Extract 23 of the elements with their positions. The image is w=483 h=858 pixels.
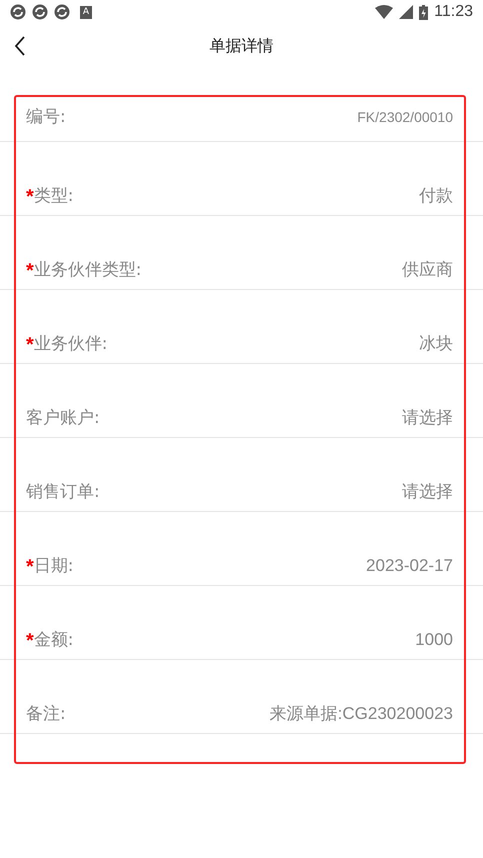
sync-icon xyxy=(10,4,26,20)
field-value[interactable]: 冰块 xyxy=(419,332,453,355)
sync-icon xyxy=(54,4,70,20)
field-value[interactable]: 1000 xyxy=(415,630,453,650)
field-value[interactable]: FK/2302/00010 xyxy=(357,109,453,125)
signal-icon xyxy=(399,5,414,19)
field-value[interactable]: 付款 xyxy=(419,184,453,207)
field-label: 备注: xyxy=(26,703,66,725)
back-icon[interactable] xyxy=(14,36,26,56)
field-value[interactable]: 请选择 xyxy=(402,406,453,429)
clock-time: 11:23 xyxy=(434,3,473,21)
field-label: 客户账户: xyxy=(26,407,100,429)
battery-icon xyxy=(419,4,428,20)
field-label: 销售订单: xyxy=(26,481,100,503)
sync-icon xyxy=(32,4,48,20)
notification-badge: A xyxy=(80,6,92,18)
field-value[interactable]: 2023-02-17 xyxy=(366,556,453,576)
field-label: 编号: xyxy=(26,106,66,128)
field-value[interactable]: 供应商 xyxy=(402,258,453,281)
page-title: 单据详情 xyxy=(210,36,274,56)
field-value[interactable]: 请选择 xyxy=(402,480,453,503)
field-value[interactable]: 来源单据:CG230200023 xyxy=(270,702,453,725)
wifi-icon xyxy=(375,5,394,19)
